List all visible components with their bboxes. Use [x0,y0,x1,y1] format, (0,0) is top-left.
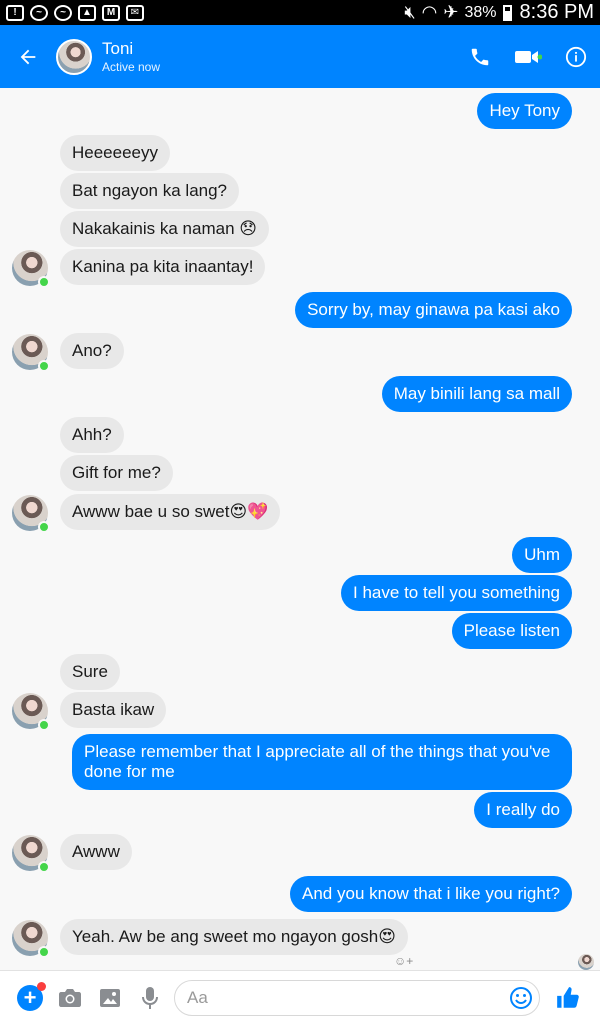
sender-avatar[interactable] [12,835,50,873]
message-list[interactable]: Hey Tony Heeeeeeyy Bat ngayon ka lang? N… [0,88,600,970]
sender-avatar[interactable] [12,334,50,372]
voice-call-button[interactable] [456,25,504,88]
sender-avatar[interactable] [12,693,50,731]
outgoing-message[interactable]: May binili lang sa mall [381,376,572,412]
outgoing-message[interactable]: I really do [474,792,572,828]
camera-button[interactable] [50,978,90,1018]
outgoing-message[interactable]: Uhm [512,537,572,573]
outgoing-message[interactable]: Sorry by, may ginawa pa kasi ako [295,292,572,328]
thumbs-up-icon [557,986,579,1008]
alert-icon: ! [6,4,24,21]
status-bar: ! ~ ~ ▲ M ✉ 🔇︎ ◠ ✈ 38% 8:36 PM [0,0,600,25]
online-indicator [38,521,50,533]
outgoing-message[interactable]: Please remember that I appreciate all of… [72,734,572,790]
chat-header: Toni Active now [0,25,600,88]
system-icons: 🔇︎ ◠ ✈ 38% 8:36 PM [404,1,594,24]
incoming-message[interactable]: Yeah. Aw be ang sweet mo ngayon gosh😍 [60,919,408,955]
microphone-icon [142,986,158,1009]
gmail-icon: M [102,4,120,21]
online-indicator [38,946,50,958]
contact-name: Toni [102,38,134,58]
info-icon [565,46,587,67]
incoming-message[interactable]: Basta ikaw [60,692,167,728]
incoming-message[interactable]: Awww bae u so swet😍💖 [60,494,281,530]
notification-icons: ! ~ ~ ▲ M ✉ [6,4,144,21]
incoming-message[interactable]: Gift for me? [60,455,173,491]
incoming-message[interactable]: Ahh? [60,417,124,453]
plus-icon: + [17,981,46,1011]
camera-icon [59,988,81,1007]
incoming-message[interactable]: Bat ngayon ka lang? [60,173,240,209]
clock: 8:36 PM [519,1,594,23]
battery-percent: 38% [464,3,497,21]
outgoing-message[interactable]: Please listen [451,613,572,649]
contact-avatar[interactable] [56,38,92,75]
contact-info[interactable]: Toni Active now [102,39,456,75]
seen-receipt-avatar [578,954,594,970]
like-button[interactable] [548,978,588,1018]
online-indicator [38,719,50,731]
incoming-message[interactable]: Nakakainis ka naman 😞 [60,211,269,247]
add-reaction-icon[interactable]: ☺+ [394,954,413,968]
arrow-left-icon [20,49,36,64]
messenger-icon: ~ [30,4,48,21]
outgoing-message[interactable]: And you know that i like you right? [290,876,572,912]
gallery-button[interactable] [90,978,130,1018]
wifi-icon: ◠ [421,2,438,22]
phone-icon [471,48,489,65]
incoming-message[interactable]: Heeeeeeyy [60,135,171,171]
airplane-icon: ✈ [443,2,459,22]
video-call-button[interactable] [504,25,552,88]
composer-bar: + [0,970,600,1024]
mute-icon: 🔇︎ [404,2,416,22]
outgoing-message[interactable]: I have to tell you something [341,575,572,611]
contact-status: Active now [102,59,161,74]
emoji-icon[interactable] [509,986,533,1010]
incoming-message[interactable]: Awww [60,834,132,870]
battery-icon [502,4,512,21]
incoming-message[interactable]: Kanina pa kita inaantay! [60,249,266,285]
notification-dot [37,981,46,991]
incoming-message[interactable]: Ano? [60,333,124,369]
mail-icon: ✉ [126,4,144,21]
video-camera-icon [515,50,542,63]
online-indicator [38,276,50,288]
online-indicator [38,861,50,873]
sender-avatar[interactable] [12,920,50,958]
message-input-box [174,979,540,1016]
image-icon: ▲ [78,4,96,21]
info-button[interactable] [552,25,600,88]
message-input[interactable] [187,987,509,1008]
messenger-icon: ~ [54,4,72,21]
back-button[interactable] [0,25,56,88]
sender-avatar[interactable] [12,250,50,288]
outgoing-message[interactable]: Hey Tony [477,93,572,129]
sender-avatar[interactable] [12,495,50,533]
voice-record-button[interactable] [130,978,170,1018]
incoming-message[interactable]: Sure [60,654,120,690]
online-indicator [38,360,50,372]
more-actions-button[interactable]: + [10,978,50,1018]
image-icon [100,988,120,1007]
